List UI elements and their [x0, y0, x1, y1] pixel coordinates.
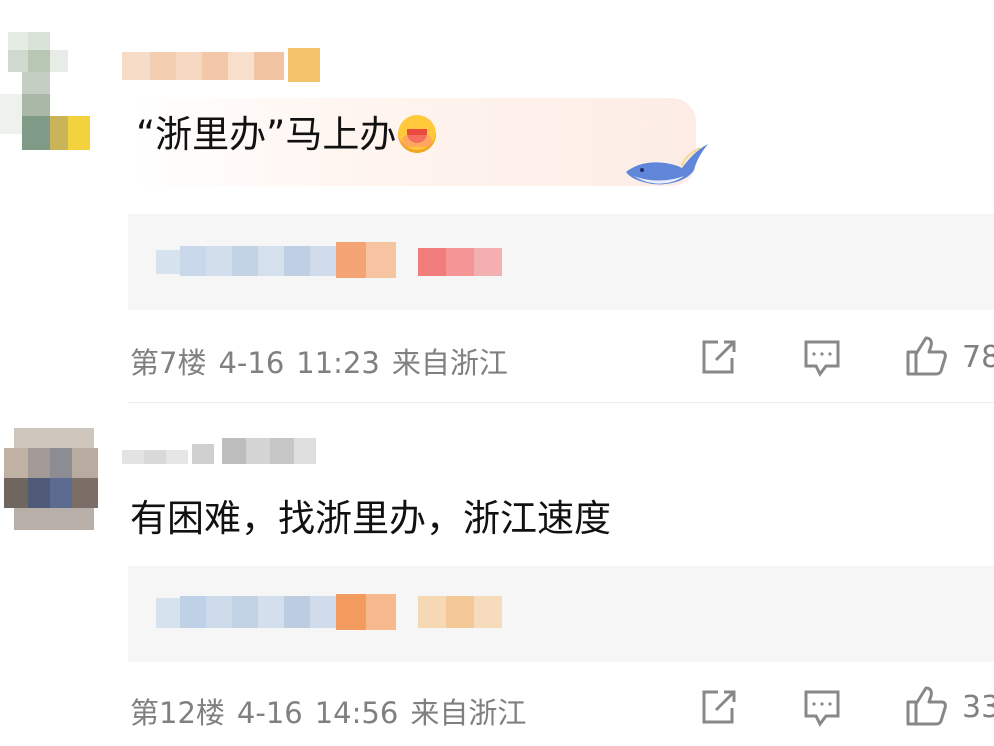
comment-location: 来自浙江: [410, 696, 527, 730]
comment-time: 14:56: [314, 696, 399, 730]
share-icon[interactable]: [698, 338, 738, 378]
floor-number: 第12楼: [130, 696, 225, 730]
comment-location: 来自浙江: [391, 346, 508, 380]
like-count: 33: [962, 690, 994, 725]
comment-icon[interactable]: [802, 338, 842, 378]
avatar-blurred[interactable]: [0, 32, 92, 150]
yum-face-emoji: [398, 115, 437, 153]
sub-reply-panel[interactable]: [128, 214, 994, 310]
comment-meta: 第7楼 4-16 11:23 来自浙江: [130, 340, 520, 382]
comment-date: 4-16: [218, 346, 285, 380]
comment-time: 11:23: [296, 346, 380, 380]
comment-text: 有困难，找浙里办，浙江速度: [130, 497, 611, 540]
divider: [128, 402, 994, 403]
whale-decoration-icon: [622, 136, 712, 196]
floor-number: 第7楼: [130, 346, 207, 380]
username-blurred[interactable]: [122, 48, 322, 82]
share-icon[interactable]: [698, 688, 738, 728]
comment-text: “浙里办”马上办: [136, 110, 437, 160]
like-count: 78: [962, 340, 994, 375]
comment-icon[interactable]: [802, 688, 842, 728]
comment-date: 4-16: [236, 696, 303, 730]
avatar-blurred[interactable]: [0, 424, 108, 536]
comment-meta: 第12楼 4-16 14:56 来自浙江: [130, 690, 538, 732]
thumbs-up-icon[interactable]: [904, 684, 947, 726]
sub-reply-panel[interactable]: [128, 566, 994, 662]
thumbs-up-icon[interactable]: [904, 334, 947, 376]
username-blurred[interactable]: [122, 434, 322, 468]
